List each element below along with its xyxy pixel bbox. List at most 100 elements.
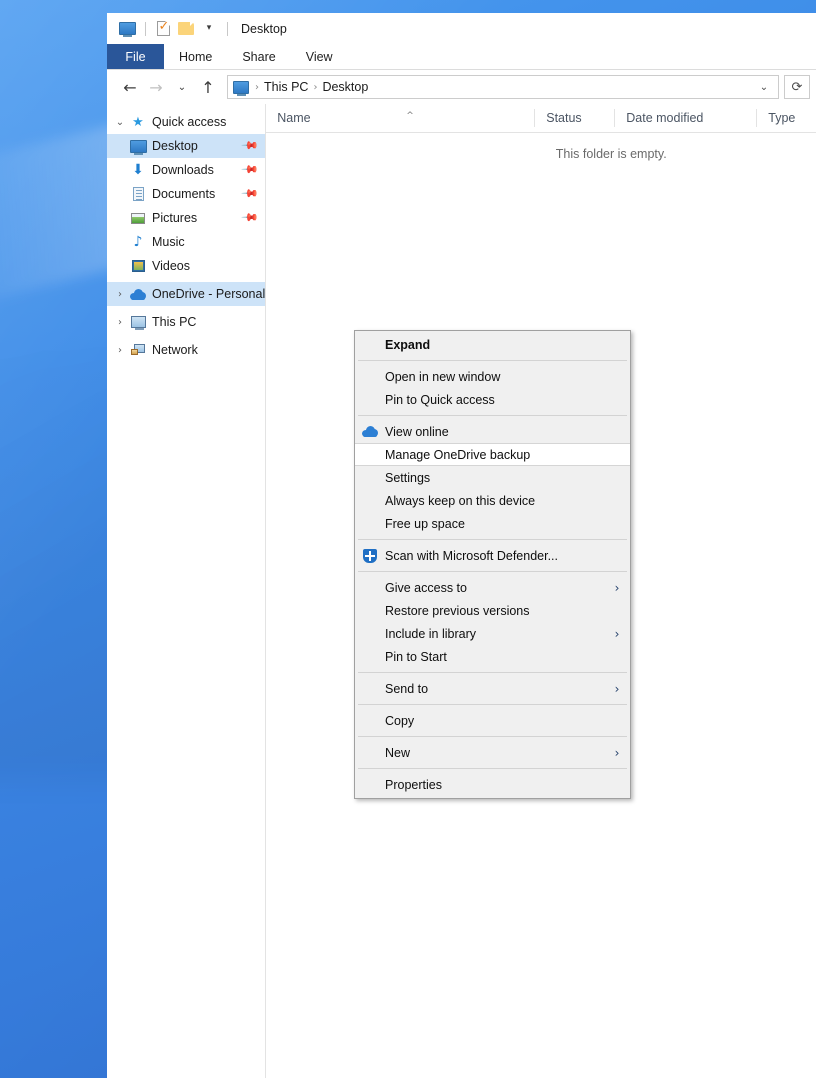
menu-item-label: Always keep on this device <box>385 493 536 508</box>
sidebar-item-desktop[interactable]: Desktop 📌 <box>107 134 266 158</box>
properties-checkbox-icon[interactable] <box>152 18 174 40</box>
chevron-right-icon: › <box>614 681 620 696</box>
menu-item-label: Scan with Microsoft Defender... <box>385 548 558 563</box>
chevron-down-icon-address[interactable]: ⌄ <box>754 76 774 98</box>
menu-separator <box>358 704 627 705</box>
chevron-down-icon-recent[interactable]: ⌄ <box>169 74 195 100</box>
sidebar-item-quick-access[interactable]: ⌄ ★ Quick access <box>107 110 265 134</box>
menu-item-label: New <box>385 745 411 760</box>
menu-separator <box>358 736 627 737</box>
arrow-left-icon[interactable]: ← <box>117 74 143 100</box>
menu-item-view-online[interactable]: View online <box>355 420 630 443</box>
sidebar-item-onedrive-personal[interactable]: › OneDrive - Personal <box>107 282 266 306</box>
caret-down-icon[interactable]: ▾ <box>198 18 220 40</box>
menu-item-pin-to-quick-access[interactable]: Pin to Quick access <box>355 388 630 411</box>
sidebar-item-label: Videos <box>152 259 190 273</box>
sidebar-item-music[interactable]: ♪ Music <box>107 230 265 254</box>
menu-item-label: Settings <box>385 470 431 485</box>
menu-separator <box>358 571 627 572</box>
menu-item-always-keep-on-this-device[interactable]: Always keep on this device <box>355 489 630 512</box>
sidebar-item-documents[interactable]: Documents 📌 <box>107 182 265 206</box>
cloud-icon <box>129 288 147 300</box>
toolbar-divider <box>145 21 146 36</box>
menu-item-scan-with-microsoft-defender[interactable]: Scan with Microsoft Defender... <box>355 544 630 567</box>
tab-file[interactable]: File <box>107 44 164 69</box>
column-header-row: Name ^ Status Date modified Type <box>266 104 816 133</box>
star-icon: ★ <box>132 114 144 130</box>
menu-item-give-access-to[interactable]: Give access to › <box>355 576 630 599</box>
monitor-icon-desktop <box>129 139 147 155</box>
menu-separator <box>358 672 627 673</box>
menu-item-copy[interactable]: Copy <box>355 709 630 732</box>
download-arrow-icon: ⬇ <box>132 162 144 178</box>
tab-share[interactable]: Share <box>227 44 290 69</box>
menu-item-label: View online <box>385 424 449 439</box>
this-pc-icon <box>129 316 147 330</box>
toolbar-divider-2 <box>227 21 228 36</box>
menu-item-settings[interactable]: Settings <box>355 466 630 489</box>
breadcrumb-separator-1: › <box>313 81 318 93</box>
sidebar-item-pictures[interactable]: Pictures 📌 <box>107 206 265 230</box>
breadcrumb[interactable]: › This PC › Desktop ⌄ <box>227 75 779 99</box>
refresh-icon[interactable]: ⟳ <box>784 75 810 99</box>
chevron-right-icon-network[interactable]: › <box>111 345 129 356</box>
document-icon <box>129 187 147 201</box>
empty-folder-message: This folder is empty. <box>555 147 667 161</box>
menu-item-label: Free up space <box>385 516 465 531</box>
arrow-right-icon[interactable]: → <box>143 74 169 100</box>
menu-item-open-in-new-window[interactable]: Open in new window <box>355 365 630 388</box>
menu-item-restore-previous-versions[interactable]: Restore previous versions <box>355 599 630 622</box>
sidebar-item-label: Documents <box>152 187 216 201</box>
arrow-up-icon[interactable]: ↑ <box>195 74 221 100</box>
address-bar-row: ← → ⌄ ↑ › This PC › Desktop ⌄ ⟳ <box>107 70 816 104</box>
menu-item-label: Give access to <box>385 580 467 595</box>
picture-icon <box>129 212 147 224</box>
menu-item-manage-onedrive-backup[interactable]: Manage OneDrive backup <box>355 443 630 466</box>
context-menu: Expand Open in new window Pin to Quick a… <box>354 330 631 799</box>
pin-icon[interactable]: 📌 <box>240 160 259 179</box>
monitor-icon[interactable] <box>116 18 138 40</box>
column-header-date-modified[interactable]: Date modified <box>614 109 756 127</box>
sidebar-item-label: Network <box>152 343 198 357</box>
menu-item-label: Restore previous versions <box>385 603 530 618</box>
menu-item-include-in-library[interactable]: Include in library › <box>355 622 630 645</box>
breadcrumb-separator-0: › <box>255 81 259 93</box>
menu-item-free-up-space[interactable]: Free up space <box>355 512 630 535</box>
navigation-pane: ⌄ ★ Quick access Desktop 📌 ⬇ Downloads 📌… <box>107 104 266 1078</box>
breadcrumb-item-this-pc[interactable]: This PC <box>261 80 311 94</box>
cloud-icon <box>355 426 385 437</box>
breadcrumb-item-desktop[interactable]: Desktop <box>319 80 371 94</box>
sidebar-item-label: Downloads <box>152 163 214 177</box>
pin-icon[interactable]: 📌 <box>240 184 259 203</box>
column-header-type[interactable]: Type <box>756 109 816 127</box>
menu-item-label: Send to <box>385 681 429 696</box>
window-title: Desktop <box>241 21 287 36</box>
sidebar-item-videos[interactable]: Videos <box>107 254 265 278</box>
music-note-icon: ♪ <box>133 234 143 250</box>
menu-item-pin-to-start[interactable]: Pin to Start <box>355 645 630 668</box>
column-label: Date modified <box>626 111 704 125</box>
menu-item-new[interactable]: New › <box>355 741 630 764</box>
menu-item-label: Copy <box>385 713 415 728</box>
menu-item-label: Pin to Start <box>385 649 447 664</box>
column-label: Status <box>546 111 582 125</box>
chevron-down-icon-quick-access[interactable]: ⌄ <box>111 117 129 128</box>
chevron-right-icon-this-pc[interactable]: › <box>111 317 129 328</box>
tab-view[interactable]: View <box>291 44 348 69</box>
column-header-name[interactable]: Name ^ <box>266 109 534 127</box>
tab-home[interactable]: Home <box>164 44 227 69</box>
sidebar-item-this-pc[interactable]: › This PC <box>107 310 265 334</box>
shield-icon <box>355 548 385 563</box>
pin-icon[interactable]: 📌 <box>240 136 259 155</box>
menu-item-properties[interactable]: Properties <box>355 773 630 796</box>
sidebar-item-label: Quick access <box>152 115 227 129</box>
pin-icon[interactable]: 📌 <box>240 208 259 227</box>
sidebar-item-network[interactable]: › Network <box>107 338 265 362</box>
column-label: Type <box>768 111 796 125</box>
sidebar-item-downloads[interactable]: ⬇ Downloads 📌 <box>107 158 265 182</box>
menu-item-send-to[interactable]: Send to › <box>355 677 630 700</box>
chevron-right-icon-onedrive[interactable]: › <box>111 289 129 300</box>
column-header-status[interactable]: Status <box>534 109 614 127</box>
menu-item-expand[interactable]: Expand <box>355 333 630 356</box>
new-folder-icon[interactable] <box>175 18 197 40</box>
